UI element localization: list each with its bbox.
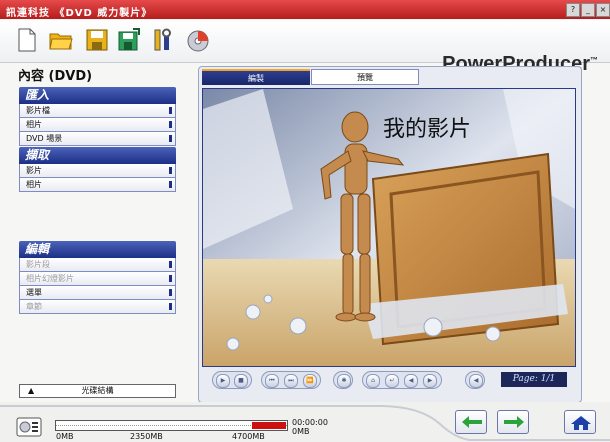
return-icon[interactable]: ↵ — [385, 374, 399, 388]
burn-disc-icon[interactable] — [185, 27, 211, 53]
help-button[interactable]: ? — [566, 3, 580, 17]
save-icon[interactable] — [84, 27, 110, 53]
disc-settings-icon[interactable] — [16, 417, 42, 437]
tools-icon[interactable] — [150, 27, 176, 53]
arrow-left-icon[interactable]: ◀ — [404, 374, 418, 388]
status-bar: 0MB 2350MB 4700MB 00:00:00 0MB — [0, 402, 610, 442]
size-value: 0MB — [292, 427, 310, 436]
import-photo-item[interactable]: 相片 — [19, 118, 176, 132]
content-panel: 內容 (DVD) 匯入 影片檔 相片 DVD 場景 擷取 影片 相片 編輯 影片… — [0, 63, 190, 401]
edit-menu-item[interactable]: 選單 — [19, 286, 176, 300]
save-as-icon[interactable] — [116, 27, 142, 53]
next-icon[interactable]: ⏭ — [284, 374, 298, 388]
close-button[interactable]: × — [596, 3, 610, 17]
volume-group: ◀ — [465, 371, 485, 389]
angle-icon[interactable]: ✱ — [337, 374, 351, 388]
arrow-back-icon — [462, 416, 482, 428]
capture-video-item[interactable]: 影片 — [19, 164, 176, 178]
toolbar: PowerProducer™ — [0, 20, 610, 75]
page-indicator: Page: 1/1 — [501, 372, 567, 387]
import-video-item[interactable]: 影片檔 — [19, 104, 176, 118]
home-button[interactable] — [564, 410, 596, 434]
fast-forward-icon[interactable]: ⏩ — [303, 374, 317, 388]
duration-value: 00:00:00 — [292, 418, 328, 427]
stop-icon[interactable]: ■ — [234, 374, 248, 388]
title-bar: 訊連科技 《DVD 威力製片》 ? _ × — [0, 0, 610, 19]
arrow-right-icon[interactable]: ▶ — [423, 374, 437, 388]
play-icon[interactable]: ▶ — [216, 374, 230, 388]
menu-title-text[interactable]: 我的影片 — [383, 111, 471, 143]
panel-title: 內容 (DVD) — [18, 69, 93, 84]
disc-capacity-meter — [55, 420, 288, 431]
next-button[interactable] — [497, 410, 529, 434]
window-title: 訊連科技 《DVD 威力製片》 — [6, 8, 153, 19]
disc-structure-label: 光碟結構 — [81, 386, 114, 395]
import-section-header: 匯入 — [19, 87, 176, 104]
minimize-button[interactable]: _ — [581, 3, 595, 17]
tick-label-1: 2350MB — [130, 432, 163, 441]
menu-nav-group: ⌂ ↵ ◀ ▶ — [362, 371, 442, 389]
menu-preview-image: 我的影片 — [202, 88, 576, 367]
home-icon[interactable]: ⌂ — [366, 374, 380, 388]
capture-section-header: 擷取 — [19, 147, 176, 164]
tab-preview[interactable]: 預覽 — [311, 69, 419, 85]
previous-icon[interactable]: ⏮ — [265, 374, 279, 388]
disc-structure-button[interactable]: ▲ 光碟結構 — [19, 384, 176, 398]
seek-group: ⏮ ⏭ ⏩ — [261, 371, 321, 389]
volume-icon[interactable]: ◀ — [469, 374, 483, 388]
new-icon[interactable] — [14, 27, 40, 53]
import-dvd-scene-item[interactable]: DVD 場景 — [19, 132, 176, 146]
preview-panel: 編製 預覽 我的影片 ▶ ■ ⏮ ⏭ ⏩ ✱ ⌂ ↵ ◀ ▶ ◀ Page: 1… — [198, 66, 582, 403]
tick-label-0: 0MB — [56, 432, 74, 441]
tab-edit[interactable]: 編製 — [202, 69, 310, 85]
open-folder-icon[interactable] — [48, 27, 74, 53]
tick-label-2: 4700MB — [232, 432, 265, 441]
house-icon — [571, 416, 591, 430]
back-button[interactable] — [455, 410, 487, 434]
edit-chapter-item: 章節 — [19, 300, 176, 314]
play-stop-group: ▶ ■ — [212, 371, 252, 389]
capacity-over-marker — [252, 422, 286, 429]
capture-photo-item[interactable]: 相片 — [19, 178, 176, 192]
angle-group: ✱ — [333, 371, 353, 389]
edit-clip-item: 影片段 — [19, 258, 176, 272]
edit-slideshow-item: 相片幻燈影片 — [19, 272, 176, 286]
arrow-forward-icon — [504, 416, 524, 428]
edit-section-header: 編輯 — [19, 241, 176, 258]
